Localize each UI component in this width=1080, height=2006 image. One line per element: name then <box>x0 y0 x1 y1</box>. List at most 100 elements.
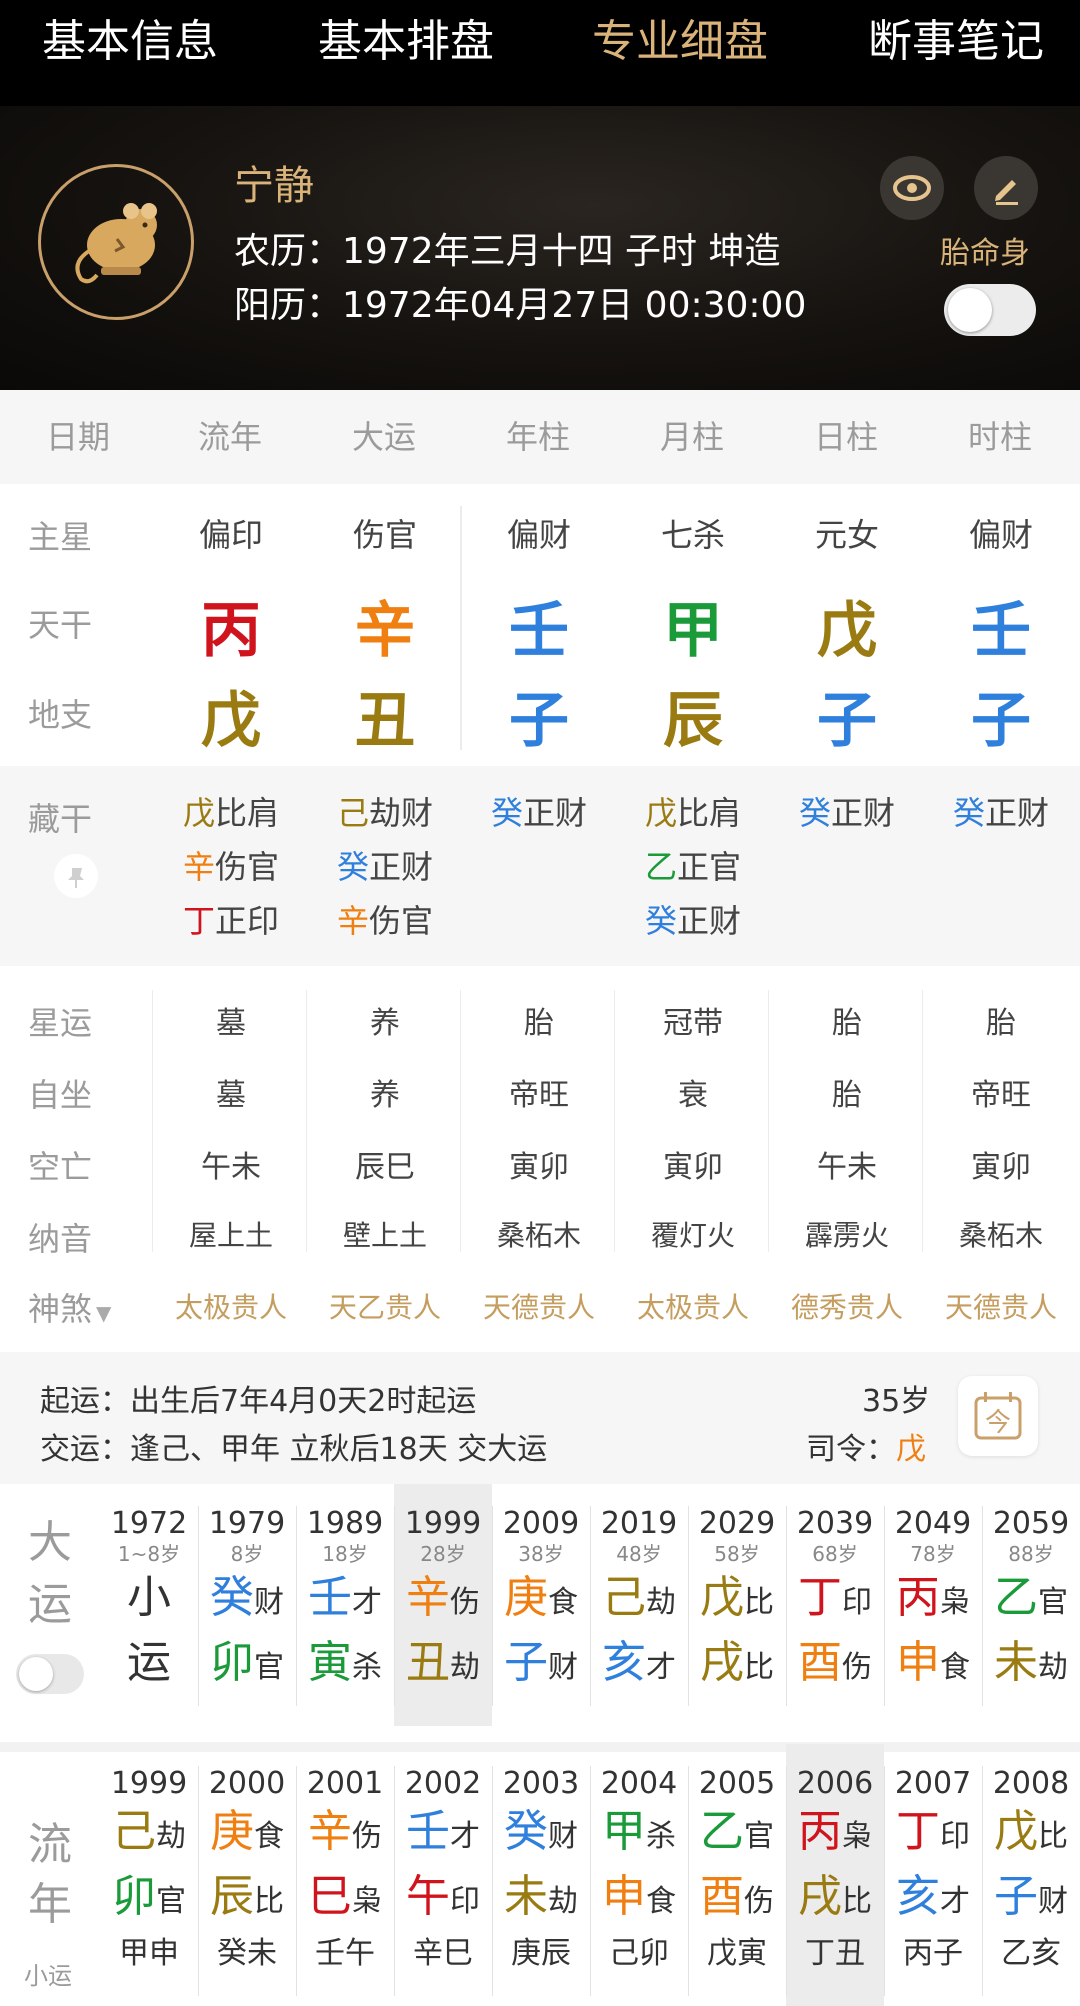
ganzhi-char: 戌 <box>700 1637 744 1688</box>
xingyun-value: 胎 <box>832 1006 862 1041</box>
dayun-age: 18岁 <box>322 1542 368 1566</box>
shensha-value[interactable]: 天德贵人 <box>462 1286 616 1326</box>
current-age: 35岁 <box>862 1384 931 1419</box>
dayun-column[interactable]: 2019 48岁 己劫 亥才 <box>590 1506 688 1698</box>
ganzhi-char: 己 <box>602 1572 646 1623</box>
shensha-value[interactable]: 太极贵人 <box>616 1286 770 1326</box>
hidden-stem-shishen: 伤官 <box>369 902 434 940</box>
liunian-branch: 酉伤 <box>688 1867 786 1932</box>
shishen-label: 劫 <box>646 1585 676 1620</box>
hidden-stem-shishen: 正印 <box>215 902 280 940</box>
shishen-label: 比 <box>744 1650 774 1685</box>
ganzhi-char: 庚 <box>504 1572 548 1623</box>
xingyun-value: 冠带 <box>663 1006 723 1041</box>
tai-ming-shen-toggle[interactable] <box>944 284 1036 336</box>
tab-pro-chart[interactable]: 专业细盘 <box>592 14 768 70</box>
nayin-value: 桑柘木 <box>958 1219 1043 1252</box>
dayun-column[interactable]: 2029 58岁 戊比 戌比 <box>688 1506 786 1698</box>
calendar-today-icon[interactable]: 今 <box>958 1376 1038 1456</box>
nayin-value: 屋上土 <box>188 1219 273 1252</box>
shishen-label: 伤 <box>744 1884 774 1919</box>
lunar-date: 农历：1972年三月十四 子时 坤造 <box>234 231 781 272</box>
liunian-year: 2002 <box>404 1766 482 1801</box>
ganzhi-char: 癸 <box>210 1572 254 1623</box>
dayun-year: 1979 <box>208 1506 286 1541</box>
ganzhi-char: 未 <box>504 1871 548 1922</box>
nayin-value: 霹雳火 <box>804 1219 889 1252</box>
kongwang-value: 寅卯 <box>663 1150 723 1185</box>
dayun-age: 68岁 <box>812 1542 858 1566</box>
dayun-column[interactable]: 1989 18岁 壬才 寅杀 <box>296 1506 394 1698</box>
dayun-column[interactable]: 2049 78岁 丙枭 申食 <box>884 1506 982 1698</box>
liunian-column[interactable]: 2006 丙枭 戌比 丁丑 <box>786 1766 884 1976</box>
main-star: 偏财 <box>506 516 571 554</box>
liunian-xiaoyun: 戊寅 <box>707 1936 767 1971</box>
column-divider <box>614 990 615 1252</box>
hidden-stem-gan: 癸 <box>644 902 677 940</box>
shensha-value[interactable]: 天乙贵人 <box>308 1286 462 1326</box>
eye-icon[interactable] <box>880 156 944 220</box>
liunian-column[interactable]: 2002 壬才 午印 辛巳 <box>394 1766 492 1976</box>
ganzhi-char: 子 <box>504 1637 548 1688</box>
shishen-label: 劫 <box>548 1884 578 1919</box>
liunian-column[interactable]: 2008 戊比 子财 乙亥 <box>982 1766 1080 1976</box>
hidden-stem-gan: 丁 <box>182 902 215 940</box>
main-star: 偏印 <box>198 516 263 554</box>
shensha-value[interactable]: 天德贵人 <box>924 1286 1078 1326</box>
dayun-column[interactable]: 2039 68岁 丁印 酉伤 <box>786 1506 884 1698</box>
dayun-stem: 己劫 <box>590 1568 688 1633</box>
column-divider <box>152 990 153 1252</box>
liunian-column[interactable]: 2005 乙官 酉伤 戊寅 <box>688 1766 786 1976</box>
liunian-stem: 癸财 <box>492 1802 590 1867</box>
ganzhi-char: 戌 <box>798 1871 842 1922</box>
tab-notes[interactable]: 断事笔记 <box>868 14 1044 70</box>
pin-icon[interactable] <box>54 854 98 898</box>
liunian-column[interactable]: 1999 己劫 卯官 甲申 <box>100 1766 198 1976</box>
chevron-down-icon: ▼ <box>96 1301 112 1325</box>
ganzhi-char: 戊 <box>700 1572 744 1623</box>
shensha-value[interactable]: 太极贵人 <box>154 1286 308 1326</box>
shishen-label: 官 <box>156 1884 186 1919</box>
dayun-stem: 小 <box>100 1568 198 1633</box>
xingyun-value: 养 <box>370 1006 400 1041</box>
tab-basic-info[interactable]: 基本信息 <box>42 14 218 70</box>
dayun-column[interactable]: 2059 88岁 乙官 未劫 <box>982 1506 1080 1698</box>
dayun-stem: 辛伤 <box>394 1568 492 1633</box>
shishen-label: 官 <box>744 1819 774 1854</box>
liunian-column[interactable]: 2001 辛伤 巳枭 壬午 <box>296 1766 394 1976</box>
hidden-stem: 戊比肩 <box>616 786 770 840</box>
shishen-label: 才 <box>646 1650 676 1685</box>
dayun-column[interactable]: 1999 28岁 辛伤 丑劫 <box>394 1506 492 1698</box>
liunian-branch: 卯官 <box>100 1867 198 1932</box>
row-label-shensha: 神煞 <box>28 1290 93 1328</box>
xiaoyun-toggle[interactable] <box>16 1654 84 1694</box>
liunian-branch: 亥才 <box>884 1867 982 1932</box>
hidden-stem-gan: 癸 <box>490 794 523 832</box>
calendar-glyph: 今 <box>984 1408 1011 1438</box>
liunian-column[interactable]: 2003 癸财 未劫 庚辰 <box>492 1766 590 1976</box>
edit-icon[interactable] <box>974 156 1038 220</box>
shensha-value[interactable]: 德秀贵人 <box>770 1286 924 1326</box>
ganzhi-char: 庚 <box>210 1806 254 1857</box>
dayun-column[interactable]: 1979 8岁 癸财 卯官 <box>198 1506 296 1698</box>
liunian-stem: 乙官 <box>688 1802 786 1867</box>
tab-basic-chart[interactable]: 基本排盘 <box>318 14 494 70</box>
dayun-column[interactable]: 2009 38岁 庚食 子财 <box>492 1506 590 1698</box>
column-header-5: 日柱 <box>813 418 878 456</box>
heavenly-stem: 丙 <box>201 596 261 666</box>
xingyun-value: 胎 <box>524 1006 554 1041</box>
liunian-column[interactable]: 2007 丁印 亥才 丙子 <box>884 1766 982 1976</box>
heavenly-stem: 甲 <box>663 596 723 666</box>
ganzhi-char: 丁 <box>798 1572 842 1623</box>
hidden-stem-gan: 辛 <box>182 848 215 886</box>
liunian-column[interactable]: 2004 甲杀 申食 己卯 <box>590 1766 688 1976</box>
dayun-column[interactable]: 1972 1~8岁小运 <box>100 1506 198 1698</box>
dayun-age: 58岁 <box>714 1542 760 1566</box>
liunian-column[interactable]: 2000 庚食 辰比 癸未 <box>198 1766 296 1976</box>
dayun-branch: 寅杀 <box>296 1633 394 1698</box>
shishen-label: 杀 <box>646 1819 676 1854</box>
shensha-dropdown[interactable]: 神煞 ▼ <box>28 1284 111 1330</box>
ganzhi-char: 午 <box>406 1871 450 1922</box>
nayin-value: 壁上土 <box>342 1219 427 1252</box>
hidden-stem-shishen: 劫财 <box>369 794 434 832</box>
